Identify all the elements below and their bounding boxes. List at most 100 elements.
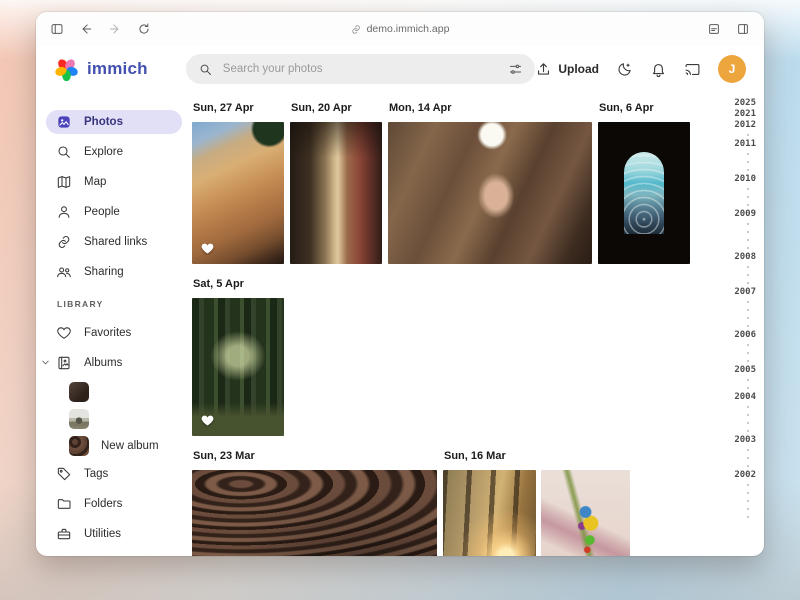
sidebar-item-label: Shared links — [84, 236, 147, 248]
timeline-month-tick — [747, 161, 749, 163]
timeline-month-tick — [747, 344, 749, 346]
address-bar[interactable]: demo.immich.app — [351, 23, 450, 35]
dark-mode-moon-icon[interactable] — [616, 61, 633, 78]
photo-chocolate-waves[interactable] — [192, 470, 437, 556]
timeline-month-tick — [747, 282, 749, 284]
sidebar-item-tags[interactable]: Tags — [46, 462, 182, 486]
timeline-month-tick — [747, 414, 749, 416]
sidebar-item-label: Favorites — [84, 327, 131, 339]
sharing-icon — [56, 264, 72, 280]
timeline-month-tick — [747, 169, 749, 171]
map-icon — [56, 174, 72, 190]
sidebar-item-people[interactable]: People — [46, 200, 182, 224]
sidebar-item-sharing[interactable]: Sharing — [46, 260, 182, 284]
album-item[interactable]: New album — [46, 435, 182, 456]
favorite-heart-icon — [200, 413, 215, 428]
timeline-scrubber[interactable]: 2025202120122011201020092008200720062005… — [722, 92, 764, 556]
sidebar-item-albums[interactable]: Albums — [46, 351, 182, 375]
sidebar: Photos Explore Map People Shared links Sharin… — [36, 92, 188, 556]
photo-forest-path[interactable] — [192, 298, 284, 436]
timeline-month-tick — [747, 352, 749, 354]
timeline-year: 2008 — [734, 252, 756, 263]
timeline-month-tick — [747, 196, 749, 198]
sidebar-item-shared-links[interactable]: Shared links — [46, 230, 182, 254]
back-icon[interactable] — [79, 22, 93, 36]
photo-tree-hollow[interactable] — [388, 122, 592, 264]
explore-icon — [56, 144, 72, 160]
timeline-month-tick — [747, 239, 749, 241]
date-group-photos — [192, 122, 284, 264]
search-bar[interactable] — [186, 54, 536, 84]
photos-icon — [56, 114, 72, 130]
sidebar-item-utilities[interactable]: Utilities — [46, 522, 182, 546]
sidebar-toggle-icon[interactable] — [50, 22, 64, 36]
timeline-month-tick — [747, 465, 749, 467]
arch-view — [624, 152, 664, 234]
brand-name: immich — [87, 59, 148, 79]
timeline-month-tick — [747, 379, 749, 381]
timeline-month-tick — [747, 266, 749, 268]
timeline-month-tick — [747, 422, 749, 424]
date-group-header: Sun, 6 Apr — [599, 102, 690, 114]
sidebar-item-folders[interactable]: Folders — [46, 492, 182, 516]
sidebar-library-items: Favorites Albums — [46, 321, 182, 375]
upload-button[interactable]: Upload — [535, 61, 599, 78]
app-body: Photos Explore Map People Shared links Sharin… — [36, 92, 764, 556]
sidebar-item-label: People — [84, 206, 120, 218]
timeline-month-tick — [747, 387, 749, 389]
cast-icon[interactable] — [684, 61, 701, 78]
search-filters-icon — [508, 62, 523, 77]
sidebar-more-items: Tags Folders Utilities — [46, 462, 182, 546]
timeline-month-tick — [747, 223, 749, 225]
immich-header: immich Upload J — [36, 46, 764, 92]
sidebar-item-map[interactable]: Map — [46, 170, 182, 194]
sidebar-item-photos[interactable]: Photos — [46, 110, 182, 134]
immich-logo[interactable]: immich — [54, 57, 186, 82]
forward-icon[interactable] — [108, 22, 122, 36]
heart-icon — [56, 325, 72, 341]
photo-gouldian-finch[interactable] — [541, 470, 630, 556]
timeline-month-tick — [747, 500, 749, 502]
search-input[interactable] — [223, 63, 499, 75]
utilities-icon — [56, 526, 72, 542]
avatar[interactable]: J — [718, 55, 746, 83]
timeline-month-tick — [747, 247, 749, 249]
date-group-photos — [290, 122, 382, 264]
date-group-photos — [192, 470, 437, 556]
timeline-month-tick — [747, 231, 749, 233]
notifications-bell-icon[interactable] — [650, 61, 667, 78]
photo-arch-window-harbor[interactable] — [598, 122, 690, 264]
sidebar-item-favorites[interactable]: Favorites — [46, 321, 182, 345]
pages-icon[interactable] — [707, 22, 721, 36]
photo-coastal-village[interactable] — [192, 122, 284, 264]
chevron-down-icon[interactable] — [40, 357, 51, 371]
timeline-year: 2010 — [734, 174, 756, 185]
date-group-header: Sat, 5 Apr — [193, 278, 284, 290]
album-item[interactable] — [46, 381, 182, 402]
photo-row: Sat, 5 Apr — [192, 278, 722, 436]
date-group-header: Sun, 27 Apr — [193, 102, 284, 114]
sidebar-album-list: New album — [46, 381, 182, 456]
timeline-month-tick — [747, 301, 749, 303]
timeline-month-tick — [747, 492, 749, 494]
date-group: Sun, 23 Mar — [192, 450, 437, 556]
timeline-month-tick — [747, 484, 749, 486]
date-group-photos — [443, 470, 630, 556]
sidebar-item-explore[interactable]: Explore — [46, 140, 182, 164]
link-icon — [56, 234, 72, 250]
timeline-month-tick — [747, 325, 749, 327]
sidebar-item-label: Sharing — [84, 266, 124, 278]
tab-switcher-icon[interactable] — [736, 22, 750, 36]
sidebar-item-label: Map — [84, 176, 106, 188]
album-label: New album — [101, 440, 159, 452]
sidebar-item-label: Utilities — [84, 528, 121, 540]
folder-icon — [56, 496, 72, 512]
reload-icon[interactable] — [137, 22, 151, 36]
browser-window: demo.immich.app immich Upload — [36, 12, 764, 556]
photo-sunlit-forest[interactable] — [443, 470, 536, 556]
photo-grid: Sun, 27 AprSun, 20 AprMon, 14 AprSun, 6 … — [188, 92, 722, 556]
header-controls: Upload J — [535, 55, 746, 83]
album-item[interactable] — [46, 408, 182, 429]
timeline-year: 2003 — [734, 435, 756, 446]
photo-narrow-alley[interactable] — [290, 122, 382, 264]
